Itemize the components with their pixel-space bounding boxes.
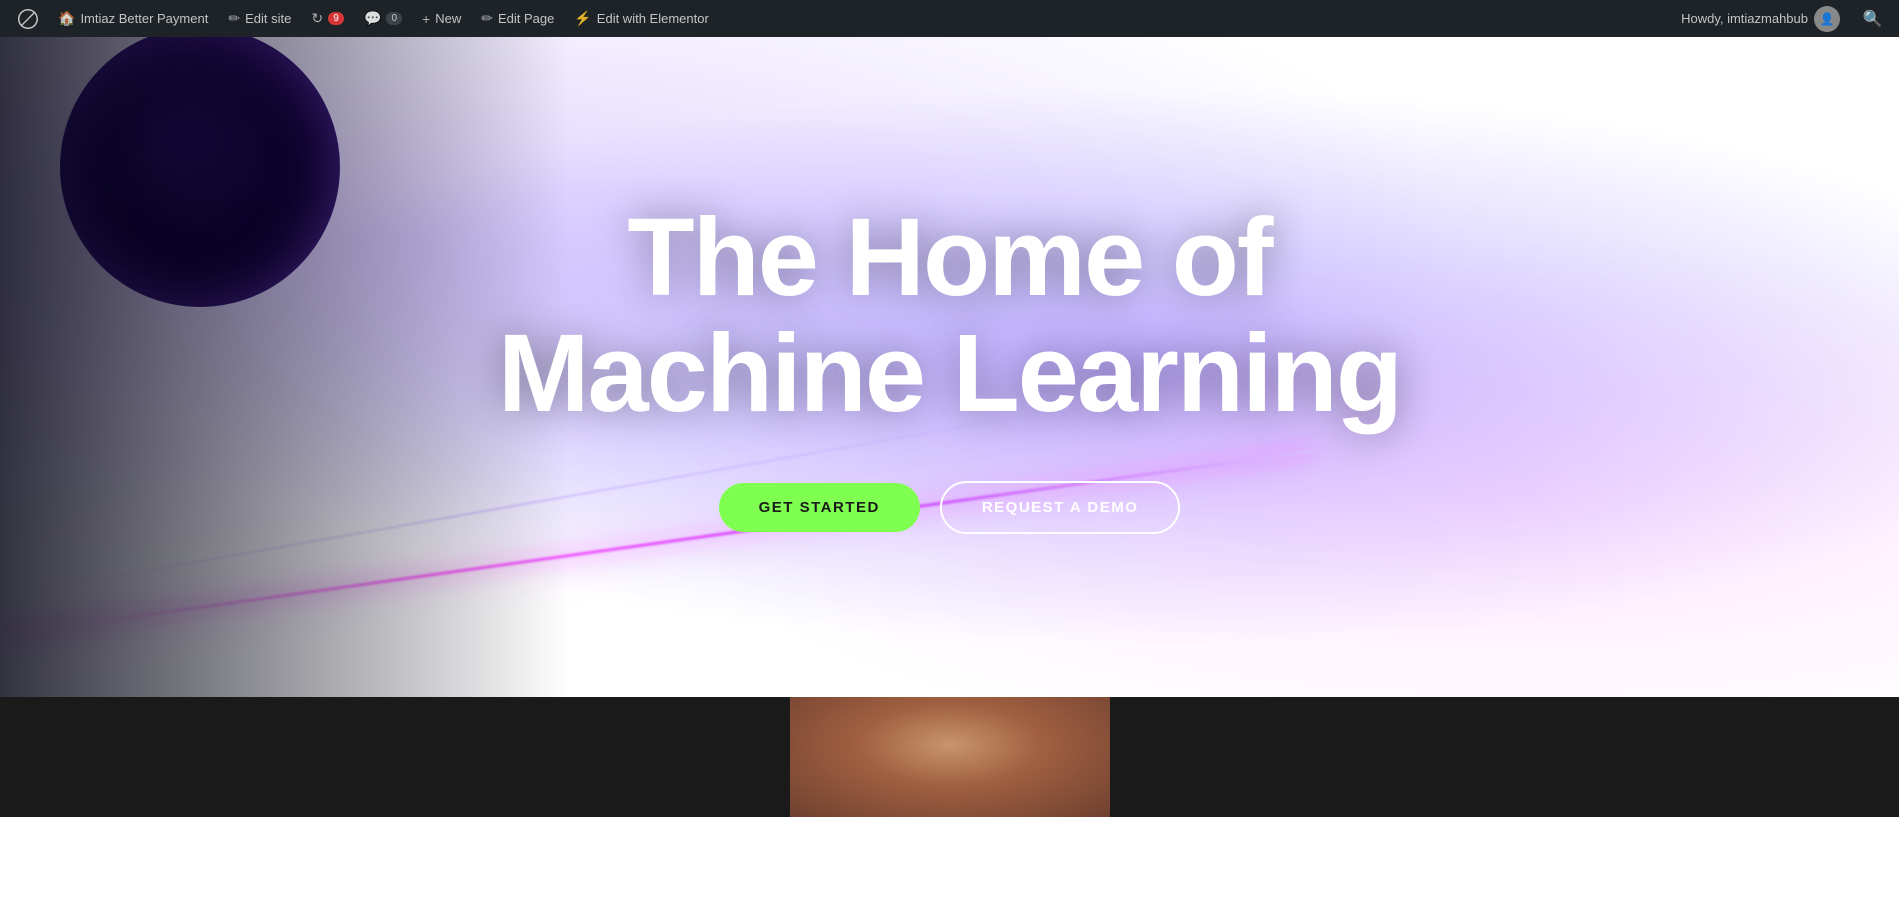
edit-page-icon: ✏ <box>481 10 493 27</box>
new-plus-icon: + <box>422 11 430 27</box>
updates-icon: ↻ <box>311 10 323 27</box>
hero-title: The Home of Machine Learning <box>498 200 1401 431</box>
user-account-button[interactable]: Howdy, imtiazmahbub 👤 <box>1671 0 1850 37</box>
main-content: The Home of Machine Learning GET STARTED… <box>0 37 1899 817</box>
comments-button[interactable]: 💬 0 <box>354 0 412 37</box>
admin-bar: 🏠 Imtiaz Better Payment ✏ Edit site ↻ 9 … <box>0 0 1899 37</box>
howdy-text: Howdy, imtiazmahbub <box>1681 11 1808 26</box>
hero-buttons: GET STARTED REQUEST A DEMO <box>498 481 1401 534</box>
new-label: New <box>435 11 461 26</box>
elementor-icon: ⚡ <box>574 10 591 27</box>
edit-elementor-button[interactable]: ⚡ Edit with Elementor <box>564 0 718 37</box>
edit-page-button[interactable]: ✏ Edit Page <box>471 0 564 37</box>
edit-site-button[interactable]: ✏ Edit site <box>218 0 301 37</box>
hero-section: The Home of Machine Learning GET STARTED… <box>0 37 1899 697</box>
avatar-icon: 👤 <box>1820 12 1835 26</box>
edit-elementor-label: Edit with Elementor <box>597 11 709 26</box>
request-demo-button[interactable]: REQUEST A DEMO <box>940 481 1181 534</box>
wp-logo-button[interactable] <box>8 0 48 37</box>
updates-button[interactable]: ↻ 9 <box>301 0 354 37</box>
new-button[interactable]: + New <box>412 0 471 37</box>
site-name-label: Imtiaz Better Payment <box>80 11 208 26</box>
comments-icon: 💬 <box>364 10 381 27</box>
site-name-button[interactable]: 🏠 Imtiaz Better Payment <box>48 0 218 37</box>
updates-badge: 9 <box>328 12 344 25</box>
admin-search-button[interactable]: 🔍 <box>1854 0 1891 37</box>
search-icon: 🔍 <box>1863 9 1883 29</box>
user-avatar: 👤 <box>1814 6 1840 32</box>
edit-site-label: Edit site <box>245 11 291 26</box>
peek-image <box>790 697 1110 817</box>
get-started-button[interactable]: GET STARTED <box>719 483 920 532</box>
bottom-peek-section <box>0 697 1899 817</box>
edit-page-label: Edit Page <box>498 11 554 26</box>
edit-site-icon: ✏ <box>228 10 240 27</box>
hero-title-line2: Machine Learning <box>498 312 1401 435</box>
comments-badge: 0 <box>386 12 402 25</box>
hero-content: The Home of Machine Learning GET STARTED… <box>458 200 1441 534</box>
hero-title-line1: The Home of <box>627 196 1271 319</box>
site-icon: 🏠 <box>58 10 75 27</box>
peek-face-image <box>790 697 1110 817</box>
